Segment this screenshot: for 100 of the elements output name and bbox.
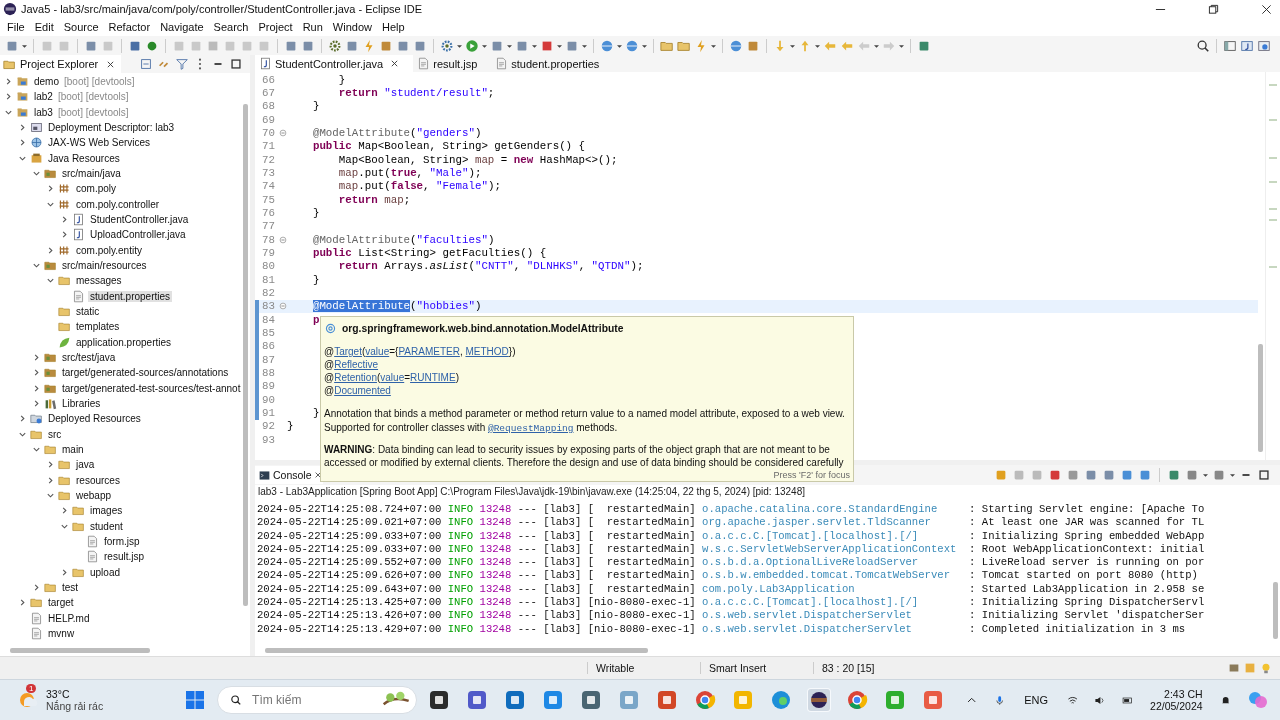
editor-tab[interactable]: student.properties bbox=[491, 55, 614, 72]
tree-item[interactable]: student bbox=[88, 520, 125, 532]
line-number: 92 bbox=[261, 420, 276, 433]
line-number: 71 bbox=[261, 140, 276, 153]
console-line: 2024-05-22T14:25:09.643+07:00 INFO 13248 --- [lab3] [ restartedMain] com.poly.Lab3Application : Started Lab3Application in 2.958 se bbox=[257, 582, 1205, 597]
tree-item[interactable]: UploadController.java bbox=[88, 229, 188, 241]
tree-item[interactable]: HELP.md bbox=[46, 612, 92, 624]
link[interactable]: Target bbox=[334, 346, 362, 357]
clock-date[interactable]: 22/05/2024 bbox=[1150, 700, 1203, 712]
tree-item[interactable]: student.properties bbox=[88, 290, 173, 302]
line-number: 73 bbox=[261, 166, 276, 179]
line-number: 90 bbox=[261, 393, 276, 406]
code-line: @ModelAttribute("hobbies") bbox=[312, 300, 482, 313]
tree-item[interactable]: src bbox=[46, 428, 64, 440]
status-field: Writable bbox=[587, 662, 700, 674]
description: Annotation that binds a method parameter or method return value to a named model attribute, exposed to a web view. Supported for controller classes with @RequestMapping methods. bbox=[324, 407, 846, 435]
tree-item[interactable]: Deployment Descriptor: lab3 bbox=[46, 122, 177, 134]
line-number: 77 bbox=[261, 220, 276, 233]
line-number: 69 bbox=[261, 113, 276, 126]
tree-item[interactable]: static bbox=[74, 306, 102, 318]
tree-item[interactable]: application.properties bbox=[74, 336, 174, 348]
link[interactable]: @RequestMapping bbox=[487, 421, 574, 434]
code-line: map.put(true, "Male"); bbox=[338, 166, 482, 179]
code-line: } bbox=[287, 420, 294, 433]
link[interactable]: value bbox=[365, 346, 390, 357]
tree-item[interactable]: demo bbox=[32, 76, 61, 88]
link[interactable]: Reflective bbox=[334, 359, 379, 370]
tree-item[interactable]: Java Resources bbox=[46, 152, 122, 164]
search-field[interactable]: Tìm kiếm bbox=[250, 692, 375, 708]
search-bar[interactable]: Tìm kiếm bbox=[217, 686, 418, 714]
tree-item[interactable]: target/generated-test-sources/test-annot bbox=[60, 382, 243, 394]
menu-item[interactable]: Help bbox=[379, 21, 412, 33]
tree-item[interactable]: target/generated-sources/annotations bbox=[60, 367, 231, 379]
focus-hint: Press 'F2' for focus bbox=[773, 470, 850, 480]
tree-item[interactable]: messages bbox=[74, 275, 124, 287]
line-number: 82 bbox=[261, 286, 276, 299]
menu-item[interactable]: Edit bbox=[31, 21, 61, 33]
tree-item[interactable]: java bbox=[74, 459, 97, 471]
tree-item[interactable]: com.poly bbox=[74, 183, 118, 195]
tree-item[interactable]: src/main/java bbox=[60, 168, 123, 180]
link[interactable]: METHOD bbox=[465, 346, 509, 357]
menu-item[interactable]: Source bbox=[60, 21, 106, 33]
temperature: 33°C bbox=[46, 688, 71, 700]
line-number: 86 bbox=[261, 340, 276, 353]
line-number: 78 bbox=[261, 233, 276, 246]
tree-item[interactable]: target bbox=[46, 597, 76, 609]
code-line: p bbox=[312, 313, 320, 326]
tree-item[interactable]: form.jsp bbox=[102, 536, 142, 547]
link[interactable]: Documented bbox=[334, 385, 391, 396]
menu-item[interactable]: Navigate bbox=[157, 21, 211, 33]
tree-item[interactable]: webapp bbox=[74, 490, 114, 501]
menu-item[interactable]: Search bbox=[210, 21, 256, 33]
menu-item[interactable]: Run bbox=[299, 21, 330, 33]
decoration-label: [boot] [devtools] bbox=[57, 91, 129, 103]
code-line: } bbox=[338, 73, 346, 86]
menu-item[interactable]: Refactor bbox=[105, 21, 158, 33]
view-tab[interactable]: Console bbox=[255, 466, 323, 484]
view-tab[interactable]: Project Explorer bbox=[0, 55, 122, 73]
tree-item[interactable]: main bbox=[60, 444, 86, 456]
code-line: } bbox=[312, 273, 320, 286]
tree-item[interactable]: src/main/resources bbox=[60, 260, 149, 272]
line-number: 93 bbox=[261, 433, 276, 446]
tree-item[interactable]: test bbox=[60, 582, 81, 593]
tree-item[interactable]: lab3 bbox=[32, 106, 55, 118]
tree-item[interactable]: JAX-WS Web Services bbox=[46, 137, 153, 149]
link[interactable]: Retention bbox=[334, 372, 377, 383]
tree-item[interactable]: images bbox=[88, 505, 125, 517]
menu-item[interactable]: Project bbox=[255, 21, 300, 33]
tab-title: Console bbox=[273, 469, 312, 481]
language-indicator[interactable]: ENG bbox=[1024, 694, 1048, 706]
menu-item[interactable]: Window bbox=[329, 21, 379, 33]
tree-item[interactable]: Libraries bbox=[60, 398, 103, 410]
decoration-label: [boot] [devtools] bbox=[57, 106, 129, 118]
console-line: 2024-05-22T14:25:09.626+07:00 INFO 13248 --- [lab3] [ restartedMain] o.s.b.w.embedded.tomcat.TomcatWebServer : Tomcat started on port 8080 (http) bbox=[257, 569, 1198, 583]
tree-item[interactable]: resources bbox=[74, 474, 122, 486]
tree-item[interactable]: mvnw bbox=[46, 627, 77, 639]
console-line: 2024-05-22T14:25:13.425+07:00 INFO 13248 --- [lab3] [nio-8080-exec-1] o.a.c.c.C.[Tomcat].[localhost].[/] : Initializing Spring DispatcherServl bbox=[257, 596, 1205, 610]
popup-title: org.springframework.web.bind.annotation.ModelAttribute bbox=[342, 322, 624, 334]
tree-item[interactable]: Deployed Resources bbox=[46, 413, 143, 425]
warning-text: WARNING: Data binding can lead to security issues by exposing parts of the object graph that are not meant to be accessed or modified by external clients. Therefore the design and use of data binding should be considered carefully bbox=[324, 443, 845, 469]
link[interactable]: value bbox=[380, 372, 405, 383]
editor-tab[interactable]: StudentController.java bbox=[255, 55, 414, 72]
tree-item[interactable]: upload bbox=[88, 566, 123, 578]
editor-tab[interactable]: result.jsp bbox=[413, 55, 492, 72]
tree-item[interactable]: templates bbox=[74, 321, 122, 333]
tree-item[interactable]: result.jsp bbox=[102, 551, 146, 563]
menu-item[interactable]: File bbox=[4, 21, 32, 33]
link[interactable]: RUNTIME bbox=[410, 372, 456, 383]
tree-item[interactable]: lab2 bbox=[32, 91, 55, 103]
line-number: 87 bbox=[261, 353, 276, 366]
clock-time[interactable]: 2:43 CH bbox=[1164, 688, 1203, 700]
console-line: 2024-05-22T14:25:09.033+07:00 INFO 13248 --- [lab3] [ restartedMain] w.s.c.ServletWebServerApplicationContext : Root WebApplicationContext: initial bbox=[257, 542, 1205, 557]
tree-item[interactable]: com.poly.controller bbox=[74, 198, 162, 210]
code-line: public Map<Boolean, String> getGenders() { bbox=[312, 140, 586, 153]
tree-item[interactable]: StudentController.java bbox=[88, 214, 191, 226]
line-number: 91 bbox=[261, 406, 276, 419]
link[interactable]: PARAMETER bbox=[398, 346, 460, 357]
tree-item[interactable]: com.poly.entity bbox=[74, 244, 144, 256]
tree-item[interactable]: src/test/java bbox=[60, 352, 118, 364]
line-number: 83 bbox=[261, 300, 276, 313]
